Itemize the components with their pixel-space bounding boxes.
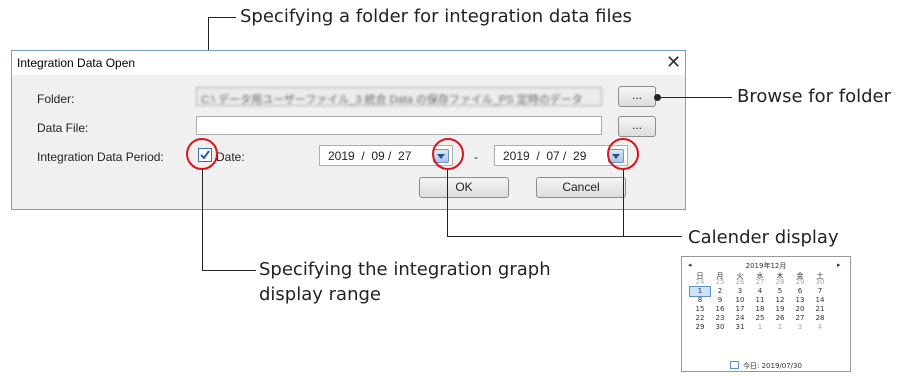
data-file-field[interactable] (196, 116, 602, 135)
calendar-day[interactable]: 26 (770, 314, 790, 323)
callout-range-line1: Specifying the integration graph (259, 259, 551, 280)
calendar-day[interactable]: 15 (690, 305, 710, 314)
calendar-day[interactable]: 30 (710, 323, 730, 332)
calendar-day[interactable]: 2 (770, 323, 790, 332)
calendar-day[interactable]: 13 (790, 296, 810, 305)
calendar-day[interactable]: 12 (770, 296, 790, 305)
calendar-day[interactable]: 8 (690, 296, 710, 305)
date-label: Date: (216, 150, 245, 164)
calendar-day[interactable]: 4 (810, 323, 830, 332)
ok-button[interactable]: OK (419, 177, 509, 198)
calendar-day[interactable]: 20 (790, 305, 810, 314)
callout-calendar: Calender display (688, 227, 839, 248)
calendar-day[interactable]: 25 (750, 314, 770, 323)
calendar-day[interactable]: 27 (750, 278, 770, 287)
calendar-day[interactable]: 18 (750, 305, 770, 314)
calendar-today[interactable]: 今日: 2019/07/30 (743, 361, 802, 371)
calendar-day[interactable]: 31 (730, 323, 750, 332)
calendar-day[interactable]: 11 (750, 296, 770, 305)
calendar-day[interactable]: 27 (790, 314, 810, 323)
calendar-day[interactable]: 21 (810, 305, 830, 314)
calendar-day[interactable]: 2 (710, 287, 730, 296)
calendar-day[interactable]: 7 (810, 287, 830, 296)
calendar-day[interactable]: 23 (710, 314, 730, 323)
calendar-day[interactable]: 26 (730, 278, 750, 287)
calendar-day[interactable]: 5 (770, 287, 790, 296)
calendar-day[interactable]: 28 (810, 314, 830, 323)
calendar-day[interactable]: 16 (710, 305, 730, 314)
date-separator: - (474, 150, 478, 164)
calendar-week: 29 30 31 1 2 3 4 (690, 323, 830, 332)
browse-folder-button[interactable]: ... (618, 86, 656, 107)
folder-field[interactable]: C:\ データ用ユーザーファイル_3 統合 Data の保存ファイル_PS 定時… (196, 87, 602, 106)
data-file-label: Data File: (37, 121, 89, 135)
calendar-day[interactable]: 10 (730, 296, 750, 305)
browse-file-button[interactable]: ... (618, 116, 656, 137)
calendar-week: 15 16 17 18 19 20 21 (690, 305, 830, 314)
callout-browse: Browse for folder (737, 86, 891, 107)
calendar-week: 24 25 26 27 28 29 30 (690, 278, 830, 287)
calendar-day[interactable]: 30 (810, 278, 830, 287)
calendar-week: 8 9 10 11 12 13 14 (690, 296, 830, 305)
calendar-day[interactable]: 4 (750, 287, 770, 296)
callout-folder-spec: Specifying a folder for integration data… (240, 6, 632, 27)
calendar-day[interactable]: 29 (690, 323, 710, 332)
calendar-day[interactable]: 24 (730, 314, 750, 323)
highlight-ring-start-dropdown (432, 138, 464, 170)
calendar-day[interactable]: 14 (810, 296, 830, 305)
calendar-day[interactable]: 17 (730, 305, 750, 314)
calendar-day[interactable]: 9 (710, 296, 730, 305)
calendar-popup: ◂ 2019年12月 ▸ 日月火水木金土 24 25 26 27 28 29 3… (681, 256, 851, 372)
integration-data-open-dialog: Integration Data Open ✕ Folder: C:\ データ用… (11, 50, 686, 210)
pointer-dot (654, 94, 661, 101)
period-label: Integration Data Period: (37, 150, 164, 164)
calendar-day[interactable]: 3 (730, 287, 750, 296)
calendar-week: 1 2 3 4 5 6 7 (689, 286, 830, 297)
calendar-grid: 24 25 26 27 28 29 30 1 2 3 4 5 6 7 8 9 1… (689, 278, 830, 332)
calendar-day[interactable]: 3 (790, 323, 810, 332)
calendar-day[interactable]: 29 (790, 278, 810, 287)
calendar-day[interactable]: 24 (690, 278, 710, 287)
calendar-day[interactable]: 22 (690, 314, 710, 323)
highlight-ring-end-dropdown (607, 138, 639, 170)
calendar-day[interactable]: 25 (710, 278, 730, 287)
folder-label: Folder: (37, 92, 75, 106)
title-bar: Integration Data Open ✕ (12, 51, 685, 75)
calendar-day[interactable]: 1 (750, 323, 770, 332)
calendar-week: 22 23 24 25 26 27 28 (690, 314, 830, 323)
close-icon[interactable]: ✕ (666, 52, 681, 72)
highlight-ring-checkbox (186, 138, 218, 170)
dialog-title: Integration Data Open (17, 56, 136, 70)
next-month-icon[interactable]: ▸ (837, 261, 841, 269)
calendar-day-selected[interactable]: 1 (689, 286, 711, 297)
cancel-button[interactable]: Cancel (536, 177, 626, 198)
calendar-day[interactable]: 19 (770, 305, 790, 314)
calendar-day[interactable]: 28 (770, 278, 790, 287)
callout-range-line2: display range (259, 284, 381, 305)
calendar-month-header: 2019年12月 (745, 262, 787, 270)
end-date-value: 2019 / 07 / 29 (503, 149, 587, 163)
calendar-day[interactable]: 6 (790, 287, 810, 296)
start-date-value: 2019 / 09 / 27 (328, 149, 412, 163)
today-marker-icon (730, 361, 739, 369)
